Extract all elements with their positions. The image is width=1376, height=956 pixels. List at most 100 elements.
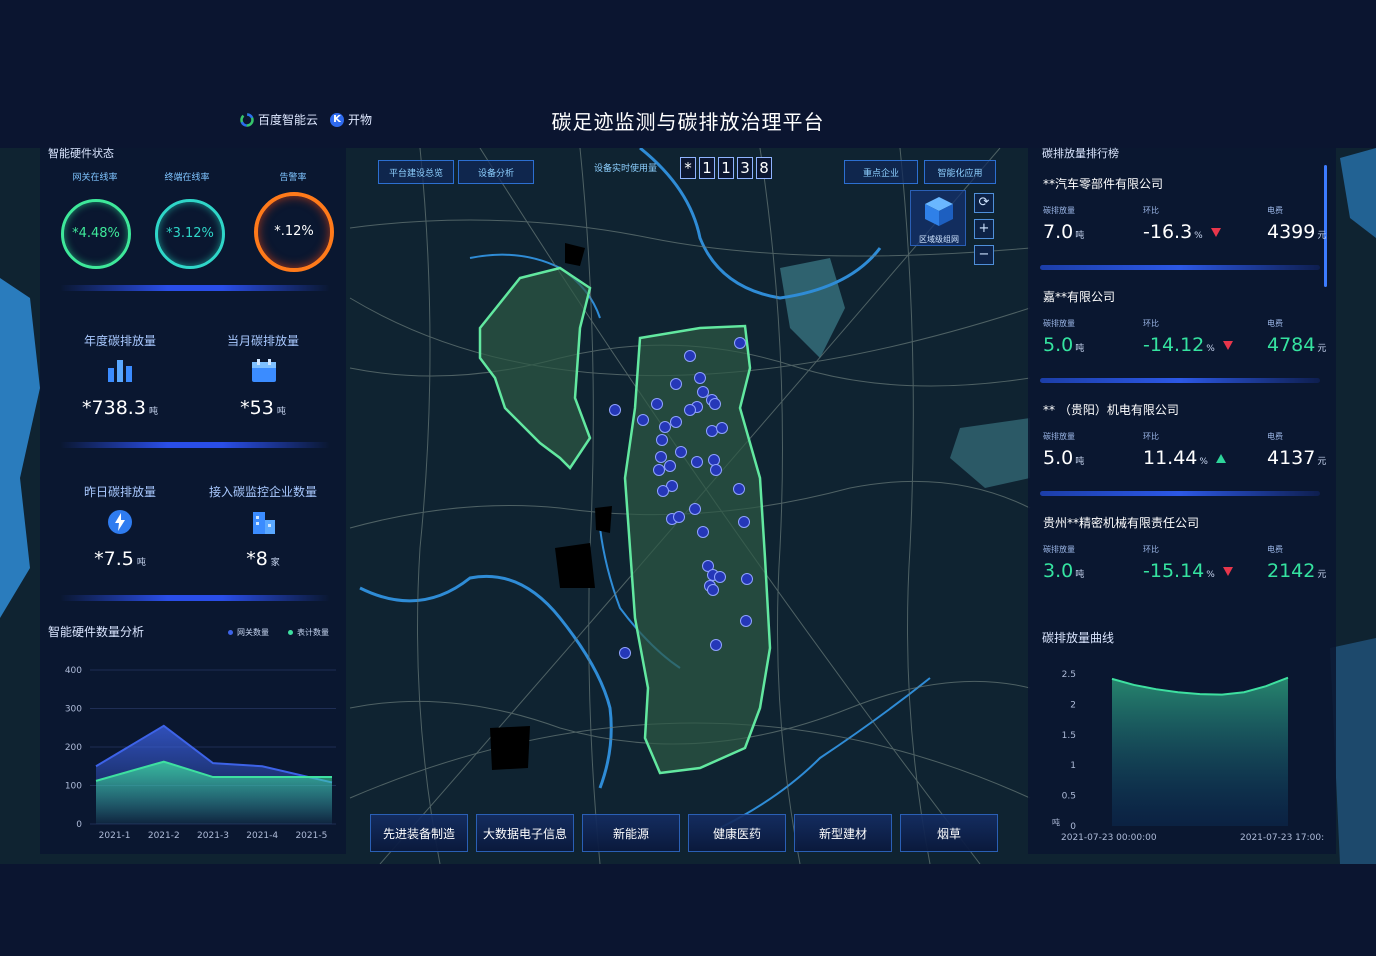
enterprise-marker[interactable]	[675, 446, 687, 458]
region-network-button[interactable]: 区域级组网	[910, 190, 966, 246]
enterprise-marker[interactable]	[708, 454, 720, 466]
legend-gateway[interactable]: 网关数量	[228, 627, 269, 638]
industry-big-data-button[interactable]: 大数据电子信息	[476, 814, 574, 852]
curve-area	[1112, 677, 1288, 826]
trend-down-icon	[1222, 567, 1233, 576]
enterprise-count-label: 接入碳监控企业数量	[208, 485, 317, 499]
divider	[1040, 491, 1320, 496]
industry-tobacco-button[interactable]: 烟草	[900, 814, 998, 852]
enterprise-marker[interactable]	[707, 584, 719, 596]
hardware-status-title: 智能硬件状态	[48, 147, 114, 160]
zoom-in-button[interactable]: +	[974, 219, 994, 239]
industry-building-materials-button[interactable]: 新型建材	[794, 814, 892, 852]
footer-band	[0, 864, 1376, 956]
divider	[60, 285, 330, 291]
device-usage-counter: * 1 1 3 8	[680, 157, 775, 179]
platform-overview-button[interactable]: 平台建设总览	[378, 160, 454, 184]
refresh-button[interactable]: ⟳	[974, 193, 994, 213]
y-tick-label: 0	[76, 820, 82, 830]
enterprise-marker[interactable]	[689, 503, 701, 515]
enterprise-marker[interactable]	[716, 422, 728, 434]
emission-label: 碳排放量	[1043, 206, 1075, 215]
enterprise-marker[interactable]	[673, 511, 685, 523]
enterprise-marker[interactable]	[619, 647, 631, 659]
emission-label: 碳排放量	[1043, 432, 1075, 441]
alarm-rate-gauge: *.12%	[254, 192, 334, 272]
enterprise-marker[interactable]	[684, 350, 696, 362]
ratio-value: -14.12%	[1143, 334, 1233, 356]
enterprise-marker[interactable]	[657, 485, 669, 497]
smart-application-button[interactable]: 智能化应用	[924, 160, 996, 184]
counter-digit: 8	[756, 157, 772, 179]
enterprise-marker[interactable]	[684, 404, 696, 416]
alarm-rate-label: 告警率	[279, 173, 307, 183]
ranking-title: 碳排放量排行榜	[1042, 147, 1119, 160]
device-usage-label: 设备实时使用量	[594, 164, 658, 174]
emission-curve-chart: 0 0.5 1 1.5 2 2.5 吨2021-07-23 00:00:00 2021-07-…	[1052, 670, 1324, 843]
alarm-rate-value: *.12%	[274, 224, 314, 239]
enterprise-marker[interactable]	[651, 398, 663, 410]
enterprise-marker[interactable]	[637, 414, 649, 426]
lightning-icon	[108, 510, 132, 534]
emission-curve-title: 碳排放量曲线	[1042, 631, 1115, 645]
enterprise-marker[interactable]	[733, 483, 745, 495]
trend-down-icon	[1210, 228, 1221, 237]
ranking-item[interactable]: **汽车零部件有限公司 碳排放量 环比 电费 7.0 吨 -16.3% 4399 元	[1040, 175, 1328, 275]
gateway-online-gauge: *4.48%	[61, 199, 131, 269]
yesterday-emission-value: *7.5 吨	[94, 548, 146, 570]
ratio-label: 环比	[1143, 545, 1159, 554]
power-value: 2142 元	[1267, 560, 1327, 582]
yesterday-emission-label: 昨日碳排放量	[83, 485, 156, 499]
monthly-emission-value: *53 吨	[240, 397, 286, 419]
industry-health-medicine-button[interactable]: 健康医药	[688, 814, 786, 852]
key-enterprise-button[interactable]: 重点企业	[844, 160, 918, 184]
ranking-item[interactable]: 嘉**有限公司 碳排放量 环比 电费 5.0 吨 -14.12% 4784 元	[1040, 288, 1328, 388]
enterprise-marker[interactable]	[697, 386, 709, 398]
enterprise-marker[interactable]	[656, 434, 668, 446]
ranking-item[interactable]: ** （贵阳）机电有限公司 碳排放量 环比 电费 5.0 吨 11.44% 413…	[1040, 401, 1328, 501]
enterprise-marker[interactable]	[710, 464, 722, 476]
enterprise-marker[interactable]	[714, 571, 726, 583]
enterprise-marker[interactable]	[670, 416, 682, 428]
company-name: 贵州**精密机械有限责任公司	[1043, 516, 1200, 530]
zoom-out-button[interactable]: −	[974, 245, 994, 265]
ranking-item[interactable]: 贵州**精密机械有限责任公司 碳排放量 环比 电费 3.0 吨 -15.14% 2…	[1040, 514, 1328, 614]
x-tick-label: 2021-07-23 17:00:	[1240, 833, 1324, 843]
company-name: **汽车零部件有限公司	[1043, 177, 1164, 191]
enterprise-marker[interactable]	[653, 464, 665, 476]
bar-chart-icon	[108, 360, 132, 382]
enterprise-marker[interactable]	[697, 526, 709, 538]
ratio-label: 环比	[1143, 206, 1159, 215]
hardware-area-chart: 0 100 200 300 400 2021-1 2021-2 2021-3 2021-4 202…	[65, 666, 336, 841]
enterprise-marker[interactable]	[655, 451, 667, 463]
enterprise-marker[interactable]	[734, 337, 746, 349]
enterprise-marker[interactable]	[664, 460, 676, 472]
power-label: 电费	[1267, 206, 1283, 215]
enterprise-marker[interactable]	[609, 404, 621, 416]
power-value: 4784 元	[1267, 334, 1327, 356]
y-tick-label: 200	[65, 743, 82, 753]
power-label: 电费	[1267, 319, 1283, 328]
enterprise-marker[interactable]	[709, 398, 721, 410]
enterprise-marker[interactable]	[738, 516, 750, 528]
y-tick-label: 400	[65, 666, 82, 676]
enterprise-marker[interactable]	[741, 573, 753, 585]
industry-advanced-equipment-button[interactable]: 先进装备制造	[370, 814, 468, 852]
legend-meter[interactable]: 表计数量	[288, 627, 329, 638]
enterprise-marker[interactable]	[706, 425, 718, 437]
enterprise-marker[interactable]	[670, 378, 682, 390]
power-value: 4399 元	[1267, 221, 1327, 243]
emission-value: 5.0 吨	[1043, 447, 1085, 469]
power-label: 电费	[1267, 545, 1283, 554]
y-axis-unit: 吨	[1052, 817, 1060, 827]
hardware-chart-title: 智能硬件数量分析	[48, 625, 145, 639]
enterprise-marker[interactable]	[694, 372, 706, 384]
enterprise-marker[interactable]	[740, 615, 752, 627]
ratio-value: -16.3%	[1143, 221, 1221, 243]
enterprise-marker[interactable]	[710, 639, 722, 651]
enterprise-marker[interactable]	[659, 421, 671, 433]
device-analysis-button[interactable]: 设备分析	[458, 160, 534, 184]
enterprise-marker[interactable]	[691, 456, 703, 468]
counter-digit: *	[680, 157, 696, 179]
industry-new-energy-button[interactable]: 新能源	[582, 814, 680, 852]
